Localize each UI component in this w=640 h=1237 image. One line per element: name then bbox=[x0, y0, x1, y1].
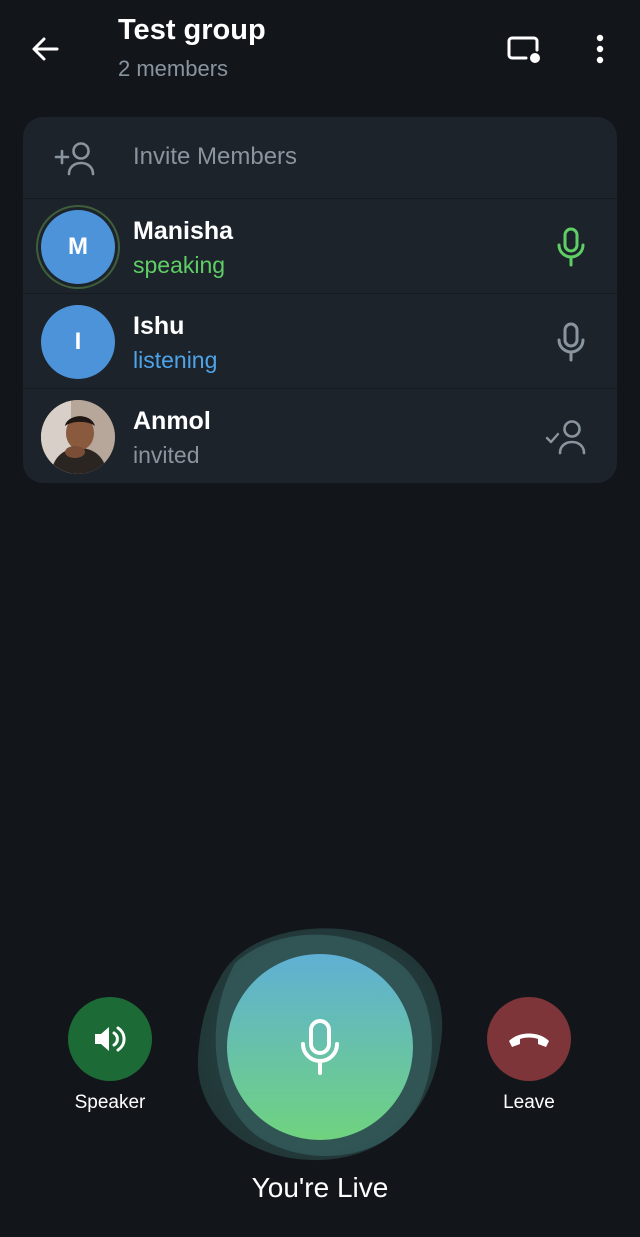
microphone-icon bbox=[298, 1018, 342, 1076]
participant-status: listening bbox=[133, 347, 218, 373]
participant-row[interactable]: I Ishu listening bbox=[23, 293, 617, 389]
speaker-icon bbox=[93, 1024, 127, 1054]
participant-name: Ishu bbox=[133, 312, 185, 340]
speaker-button[interactable] bbox=[68, 997, 152, 1081]
leave-label: Leave bbox=[503, 1092, 555, 1113]
participant-status: speaking bbox=[133, 252, 226, 278]
member-count: 2 members bbox=[118, 56, 229, 81]
participants-panel: Invite Members M Manisha speaking I Ishu… bbox=[23, 117, 617, 483]
screen-share-icon[interactable] bbox=[504, 30, 544, 68]
participant-name: Anmol bbox=[133, 407, 211, 435]
more-options-icon[interactable] bbox=[585, 30, 615, 68]
avatar: I bbox=[41, 305, 115, 379]
participant-status: invited bbox=[133, 442, 200, 468]
invite-members-label: Invite Members bbox=[133, 143, 298, 170]
avatar: M bbox=[41, 210, 115, 284]
mic-active-icon[interactable] bbox=[553, 227, 589, 267]
avatar-photo bbox=[41, 400, 115, 474]
add-user-icon bbox=[53, 139, 99, 177]
invite-members-row[interactable]: Invite Members bbox=[23, 117, 617, 197]
participant-name: Manisha bbox=[133, 217, 234, 245]
participant-row[interactable]: Anmol invited bbox=[23, 388, 617, 483]
leave-button[interactable] bbox=[487, 997, 571, 1081]
mic-button[interactable] bbox=[227, 954, 413, 1140]
invited-user-icon bbox=[545, 417, 589, 457]
mic-icon[interactable] bbox=[553, 322, 589, 362]
participant-row[interactable]: M Manisha speaking bbox=[23, 198, 617, 294]
speaker-label: Speaker bbox=[74, 1092, 146, 1113]
page-title: Test group bbox=[118, 14, 266, 46]
hang-up-icon bbox=[506, 1028, 552, 1050]
back-arrow-icon[interactable] bbox=[26, 30, 64, 68]
live-status-label: You're Live bbox=[251, 1172, 389, 1203]
